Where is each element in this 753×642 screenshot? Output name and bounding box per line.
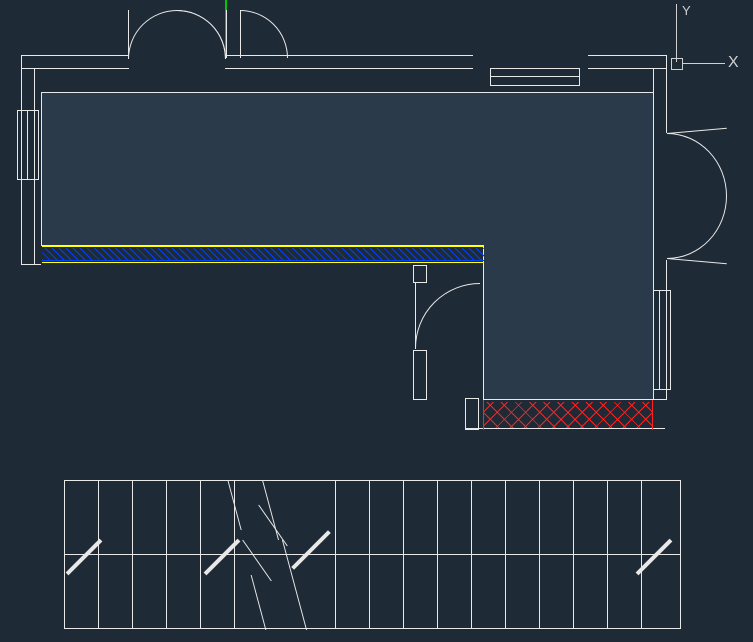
wall-segment	[588, 55, 667, 69]
stair-tread	[335, 480, 336, 629]
hatch-red	[484, 402, 652, 428]
ucs-y-axis	[676, 4, 677, 62]
highlight-blue-line	[42, 260, 484, 261]
selected-region	[483, 245, 654, 400]
stair-tread	[607, 480, 608, 629]
stair-tread	[437, 480, 438, 629]
highlight-yellow-line	[42, 262, 484, 263]
stair-tread	[369, 480, 370, 629]
stair-tread	[471, 480, 472, 629]
ucs-x-label: X	[728, 54, 739, 72]
highlight-red-line	[652, 400, 653, 430]
stair-tread	[234, 554, 235, 629]
stair-tread	[573, 480, 574, 629]
window-mullion	[659, 290, 660, 390]
ucs-origin-square	[671, 58, 683, 70]
wall-segment	[21, 55, 129, 69]
wall-segment	[465, 398, 479, 430]
stair-tread	[539, 480, 540, 629]
stair-midline	[64, 554, 681, 555]
window-mullion	[490, 76, 580, 77]
door-leaf	[667, 258, 727, 264]
wall-segment	[653, 68, 667, 133]
highlight-yellow-line	[42, 246, 484, 247]
wall-line	[465, 428, 665, 429]
window-mullion	[27, 110, 28, 180]
stair-tread	[200, 480, 201, 629]
wall-segment	[413, 350, 427, 400]
door-leaf	[226, 10, 227, 58]
hatch-blue	[42, 248, 484, 260]
wall-segment	[413, 265, 427, 283]
window	[17, 110, 39, 180]
stair-tread	[98, 480, 99, 629]
stair-tread	[403, 480, 404, 629]
cad-canvas[interactable]: Y X	[0, 0, 753, 642]
ucs-y-label: Y	[682, 3, 691, 18]
stair-tread	[166, 480, 167, 629]
wall-line	[21, 264, 41, 265]
stair-tread	[132, 480, 133, 629]
selected-region	[41, 92, 654, 246]
ucs-x-axis	[683, 63, 725, 64]
stair-tread	[641, 480, 642, 629]
window	[490, 68, 580, 86]
stair-tread	[505, 480, 506, 629]
